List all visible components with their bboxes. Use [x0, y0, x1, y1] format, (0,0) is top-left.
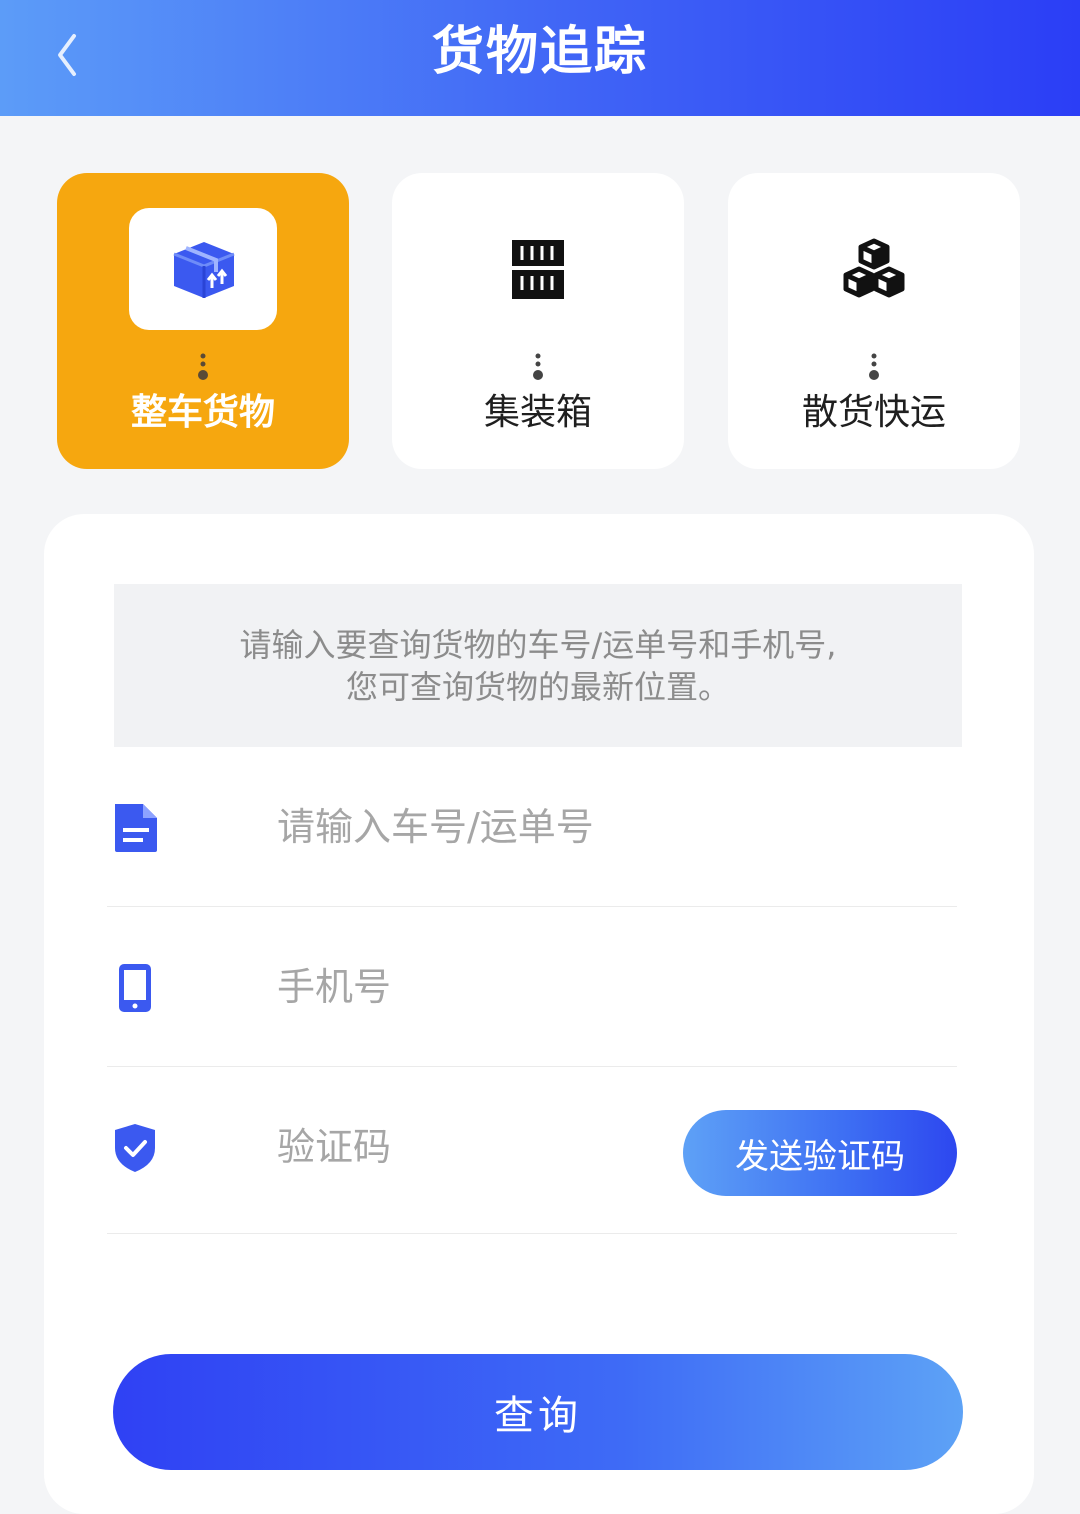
waybill-input[interactable] — [277, 787, 757, 867]
instruction-notice: 请输入要查询货物的车号/运单号和手机号, 您可查询货物的最新位置。 — [114, 584, 962, 747]
phone-input[interactable] — [277, 947, 757, 1027]
phone-icon — [119, 964, 151, 1012]
category-icon-box — [800, 208, 948, 330]
shield-check-icon — [115, 1124, 155, 1172]
package-box-icon — [173, 242, 235, 298]
notice-line: 您可查询货物的最新位置。 — [345, 667, 730, 706]
dots-icon — [533, 353, 543, 380]
category-container[interactable]: 集装箱 — [392, 173, 684, 469]
container-icon — [512, 240, 564, 299]
category-label: 集装箱 — [483, 392, 592, 433]
dots-icon — [869, 353, 879, 380]
header-bar: 货物追踪 — [0, 0, 1080, 116]
category-bulk-express[interactable]: 散货快运 — [728, 173, 1020, 469]
category-icon-box — [129, 208, 277, 330]
dots-icon — [198, 353, 208, 380]
send-code-button[interactable]: 发送验证码 — [683, 1110, 957, 1196]
stacked-cubes-icon — [843, 238, 905, 298]
document-icon — [115, 804, 157, 852]
page-title: 货物追踪 — [431, 22, 648, 82]
query-button[interactable]: 查询 — [113, 1354, 963, 1470]
notice-line: 请输入要查询货物的车号/运单号和手机号, — [239, 625, 837, 664]
query-form-card: 请输入要查询货物的车号/运单号和手机号, 您可查询货物的最新位置。 发送验证码 … — [44, 514, 1034, 1514]
phone-row — [107, 907, 957, 1067]
category-full-truck[interactable]: 整车货物 — [57, 173, 349, 469]
waybill-row — [107, 747, 957, 907]
category-label: 整车货物 — [130, 392, 275, 433]
category-icon-box — [464, 208, 612, 330]
code-row: 发送验证码 — [107, 1067, 957, 1234]
category-label: 散货快运 — [801, 392, 946, 433]
